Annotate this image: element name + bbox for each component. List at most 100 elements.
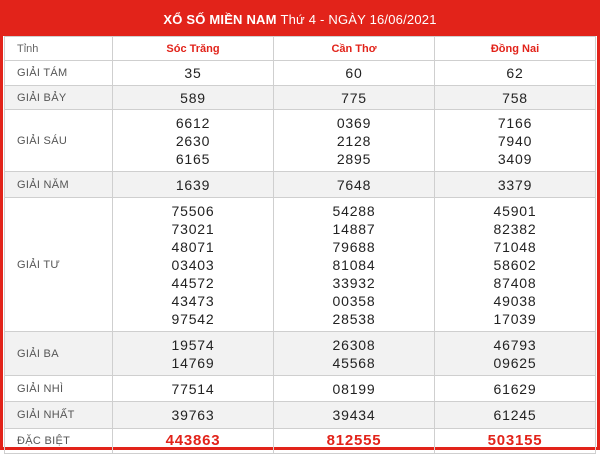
prize-number: 758 [502, 89, 528, 106]
prize-row: GIẢI BẢY 589 775 758 [4, 85, 596, 110]
prize-label: GIẢI NHÌ [4, 375, 113, 402]
page-title: XỔ SỐ MIỀN NAM Thứ 4 - NGÀY 16/06/2021 [3, 3, 597, 36]
prize-number: 1639 [175, 176, 211, 193]
prize-number: 2895 [336, 150, 372, 167]
prize-number: 589 [180, 89, 206, 106]
prize-cell: 61245 [434, 401, 596, 429]
prize-number: 35 [184, 65, 202, 81]
header-row: Tỉnh Sóc Trăng Cần Thơ Đồng Nai [4, 36, 596, 61]
prize-number: 87408 [493, 274, 537, 291]
results-table: Tỉnh Sóc Trăng Cần Thơ Đồng Nai GIẢI TÁM… [4, 36, 596, 454]
prize-row: GIẢI SÁU 6612 2630 6165 0369 2128 2895 7166 7940… [4, 109, 596, 172]
prize-cell: 775 [273, 85, 435, 110]
prize-cell: 19574 14769 [112, 331, 274, 376]
prize-cell: 3379 [434, 171, 596, 198]
prize-cell: 77514 [112, 375, 274, 402]
province-name[interactable]: Đồng Nai [434, 36, 596, 61]
prize-number: 82382 [493, 220, 537, 237]
prize-cell: 7648 [273, 171, 435, 198]
prize-number: 33932 [332, 274, 376, 291]
prize-number: 28538 [332, 310, 376, 327]
prize-rows: GIẢI TÁM 35 60 62 GIẢI BẢY 589 775 758 GIẢI SÁU 6… [4, 60, 596, 454]
prize-number: 14887 [332, 220, 376, 237]
prize-number: 6612 [175, 114, 211, 131]
prize-number: 812555 [326, 432, 382, 449]
prize-number: 81084 [332, 256, 376, 273]
prize-number: 503155 [487, 432, 543, 449]
prize-number: 00358 [332, 292, 376, 309]
prize-number: 19574 [171, 336, 215, 353]
prize-number: 08199 [332, 380, 376, 397]
prize-number: 39763 [171, 407, 215, 423]
prize-cell: 60 [273, 60, 435, 86]
province-name[interactable]: Cần Thơ [273, 36, 435, 61]
prize-number: 7166 [497, 114, 533, 131]
prize-number: 17039 [493, 310, 537, 327]
prize-row: GIẢI TÁM 35 60 62 [4, 60, 596, 86]
prize-cell: 62 [434, 60, 596, 86]
prize-cell: 26308 45568 [273, 331, 435, 376]
prize-label: GIẢI TÁM [4, 60, 113, 86]
prize-number: 443863 [165, 432, 221, 449]
prize-number: 46793 [493, 336, 537, 353]
prize-number: 3379 [497, 176, 533, 193]
prize-number: 3409 [497, 150, 533, 167]
prize-number: 26308 [332, 336, 376, 353]
prize-label: GIẢI TƯ [4, 197, 113, 332]
prize-cell: 7166 7940 3409 [434, 109, 596, 172]
prize-number: 62 [506, 65, 524, 81]
prize-number: 2630 [175, 132, 211, 149]
prize-cell: 75506 73021 48071 03403 44572 43473 97542 [112, 197, 274, 332]
province-label: Tỉnh [4, 36, 113, 61]
prize-number: 77514 [171, 380, 215, 397]
prize-label: GIẢI NHẤT [4, 401, 113, 429]
prize-number: 09625 [493, 354, 537, 371]
prize-label: GIẢI BA [4, 331, 113, 376]
prize-row: GIẢI NHÌ 77514 08199 61629 [4, 375, 596, 402]
prize-cell: 61629 [434, 375, 596, 402]
prize-number: 14769 [171, 354, 215, 371]
title-sub: Thứ 4 - NGÀY 16/06/2021 [280, 12, 437, 27]
results-frame: XỔ SỐ MIỀN NAM Thứ 4 - NGÀY 16/06/2021 T… [0, 0, 600, 454]
prize-label: GIẢI SÁU [4, 109, 113, 172]
prize-cell: 39763 [112, 401, 274, 429]
prize-number: 61629 [493, 380, 537, 397]
prize-number: 54288 [332, 202, 376, 219]
prize-number: 73021 [171, 220, 215, 237]
prize-number: 58602 [493, 256, 537, 273]
prize-number: 97542 [171, 310, 215, 327]
prize-cell: 08199 [273, 375, 435, 402]
prize-number: 7940 [497, 132, 533, 149]
prize-number: 79688 [332, 238, 376, 255]
prize-number: 44572 [171, 274, 215, 291]
prize-row: GIẢI NHẤT 39763 39434 61245 [4, 401, 596, 429]
prize-number: 75506 [171, 202, 215, 219]
prize-number: 60 [345, 65, 363, 81]
prize-cell: 46793 09625 [434, 331, 596, 376]
prize-row: GIẢI TƯ 75506 73021 48071 03403 44572 43473 975… [4, 197, 596, 332]
prize-number: 48071 [171, 238, 215, 255]
prize-number: 49038 [493, 292, 537, 309]
prize-number: 775 [341, 89, 367, 106]
prize-number: 43473 [171, 292, 215, 309]
prize-number: 7648 [336, 176, 372, 193]
prize-cell: 758 [434, 85, 596, 110]
prize-cell: 54288 14887 79688 81084 33932 00358 28538 [273, 197, 435, 332]
prize-number: 2128 [336, 132, 372, 149]
province-name[interactable]: Sóc Trăng [112, 36, 274, 61]
prize-number: 0369 [336, 114, 372, 131]
prize-cell: 45901 82382 71048 58602 87408 49038 17039 [434, 197, 596, 332]
prize-number: 71048 [493, 238, 537, 255]
prize-number: 61245 [493, 407, 537, 423]
prize-number: 6165 [175, 150, 211, 167]
prize-cell: 589 [112, 85, 274, 110]
prize-label: GIẢI BẢY [4, 85, 113, 110]
prize-label: GIẢI NĂM [4, 171, 113, 198]
prize-number: 39434 [332, 407, 376, 423]
prize-number: 45901 [493, 202, 537, 219]
prize-row: GIẢI BA 19574 14769 26308 45568 46793 09625 [4, 331, 596, 376]
prize-cell: 6612 2630 6165 [112, 109, 274, 172]
prize-number: 45568 [332, 354, 376, 371]
prize-cell: 1639 [112, 171, 274, 198]
prize-cell: 35 [112, 60, 274, 86]
